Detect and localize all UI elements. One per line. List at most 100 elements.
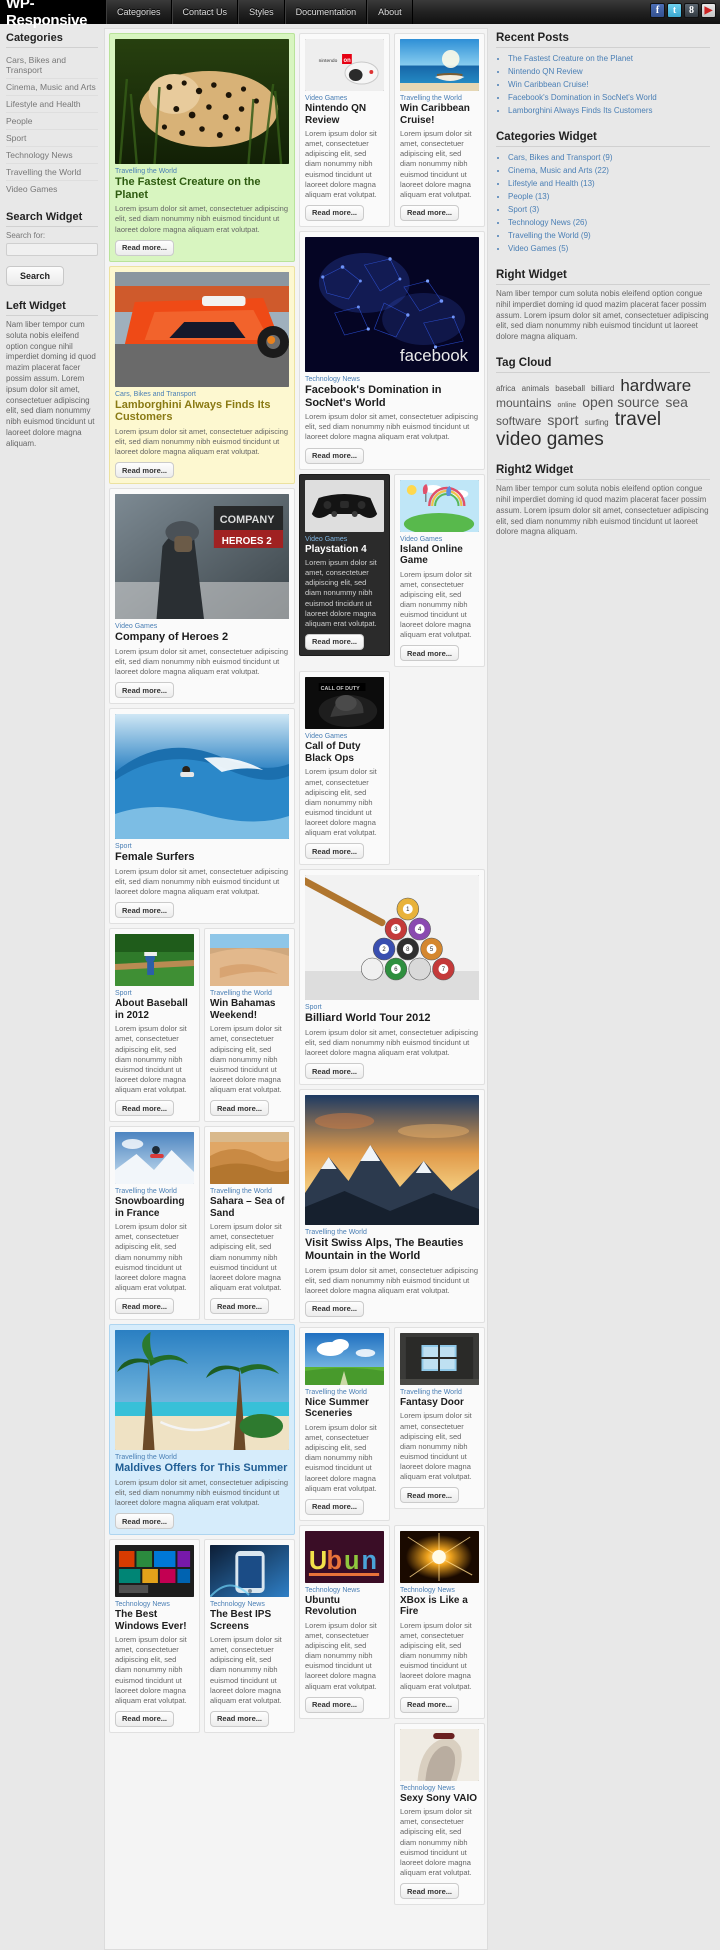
tag-online[interactable]: online (557, 402, 576, 409)
post-title-baseball[interactable]: About Baseball in 2012 (115, 998, 194, 1021)
category-cinema[interactable]: Cinema, Music and Arts (22) (508, 166, 609, 175)
read-more-button[interactable]: Read more... (115, 682, 175, 699)
post-category-female-surfers[interactable]: Sport (115, 843, 289, 850)
category-travelling[interactable]: Travelling the World (9) (508, 231, 591, 240)
post-card-cheetah[interactable]: Travelling the World The Fastest Creatur… (109, 33, 295, 262)
sidebar-item-technology[interactable]: Technology News (6, 150, 73, 160)
read-more-button[interactable]: Read more... (400, 1883, 460, 1900)
post-card-call-of-duty[interactable]: CALL OF DUTY Video Games Call of Duty Bl… (299, 671, 390, 866)
sidebar-item-video-games[interactable]: Video Games (6, 184, 57, 194)
post-thumbnail-female-surfers[interactable] (115, 714, 289, 840)
post-category-call-of-duty[interactable]: Video Games (305, 733, 384, 740)
post-category-bahamas[interactable]: Travelling the World (210, 990, 289, 997)
post-thumbnail-call-of-duty[interactable]: CALL OF DUTY (305, 677, 384, 730)
post-thumbnail-ubuntu[interactable]: U b u n (305, 1530, 384, 1583)
nav-item-documentation[interactable]: Documentation (284, 0, 368, 24)
post-category-maldives[interactable]: Travelling the World (115, 1454, 289, 1461)
read-more-button[interactable]: Read more... (305, 447, 365, 464)
post-thumbnail-facebook[interactable]: facebook (305, 236, 479, 372)
post-title-ips-screens[interactable]: The Best IPS Screens (210, 1609, 289, 1632)
sidebar-item-sport[interactable]: Sport (6, 133, 26, 143)
post-title-call-of-duty[interactable]: Call of Duty Black Ops (305, 741, 384, 764)
tag-baseball[interactable]: baseball (555, 384, 585, 393)
post-card-lamborghini[interactable]: Cars, Bikes and Transport Lamborghini Al… (109, 265, 295, 485)
post-card-baseball[interactable]: Sport About Baseball in 2012 Lorem ipsum… (109, 928, 200, 1123)
post-card-nintendo[interactable]: nintendo on Video Games Nintendo QN Revi… (299, 33, 390, 227)
category-cars[interactable]: Cars, Bikes and Transport (9) (508, 153, 612, 162)
category-video-games[interactable]: Video Games (5) (508, 244, 568, 253)
post-thumbnail-playstation[interactable] (305, 479, 384, 532)
read-more-button[interactable]: Read more... (115, 239, 175, 256)
read-more-button[interactable]: Read more... (305, 204, 365, 221)
post-category-nintendo[interactable]: Video Games (305, 95, 384, 102)
post-thumbnail-fantasy-door[interactable] (400, 1332, 479, 1385)
post-card-ubuntu[interactable]: U b u n Technology News Ubuntu Revolutio… (299, 1524, 390, 1719)
post-card-summer-sceneries[interactable]: Travelling the World Nice Summer Sceneri… (299, 1326, 390, 1521)
nav-item-contact-us[interactable]: Contact Us (171, 0, 239, 24)
category-technology[interactable]: Technology News (26) (508, 218, 587, 227)
post-category-windows[interactable]: Technology News (115, 1601, 194, 1608)
post-thumbnail-nintendo[interactable]: nintendo on (305, 39, 384, 91)
post-title-windows[interactable]: The Best Windows Ever! (115, 1609, 194, 1632)
post-thumbnail-company-of-heroes[interactable]: COMPANY HEROES 2 (115, 494, 289, 620)
sidebar-item-lifestyle[interactable]: Lifestyle and Health (6, 99, 81, 109)
post-title-sahara[interactable]: Sahara – Sea of Sand (210, 1196, 289, 1219)
post-title-billiard[interactable]: Billiard World Tour 2012 (305, 1012, 479, 1025)
post-category-lamborghini[interactable]: Cars, Bikes and Transport (115, 391, 289, 398)
post-category-sahara[interactable]: Travelling the World (210, 1188, 289, 1195)
recent-post-nintendo[interactable]: Nintendo QN Review (508, 67, 583, 76)
post-category-snowboarding[interactable]: Travelling the World (115, 1188, 194, 1195)
post-category-baseball[interactable]: Sport (115, 990, 194, 997)
tag-animals[interactable]: animals (522, 384, 550, 393)
read-more-button[interactable]: Read more... (115, 902, 175, 919)
post-title-female-surfers[interactable]: Female Surfers (115, 851, 289, 864)
twitter-icon[interactable]: t (667, 3, 682, 18)
recent-post-facebook[interactable]: Facebook's Domination in SocNet's World (508, 93, 657, 102)
read-more-button[interactable]: Read more... (305, 1300, 365, 1317)
post-title-maldives[interactable]: Maldives Offers for This Summer (115, 1462, 289, 1475)
post-category-facebook[interactable]: Technology News (305, 376, 479, 383)
post-thumbnail-billiard[interactable]: 134 285 67 (305, 875, 479, 1001)
post-thumbnail-summer-sceneries[interactable] (305, 1332, 384, 1385)
category-sport[interactable]: Sport (3) (508, 205, 539, 214)
tag-africa[interactable]: africa (496, 384, 516, 393)
post-card-snowboarding[interactable]: Travelling the World Snowboarding in Fra… (109, 1126, 200, 1321)
sidebar-item-cinema[interactable]: Cinema, Music and Arts (6, 82, 96, 92)
post-title-vaio[interactable]: Sexy Sony VAIO (400, 1793, 479, 1805)
post-category-vaio[interactable]: Technology News (400, 1785, 479, 1792)
post-card-bahamas[interactable]: Travelling the World Win Bahamas Weekend… (204, 928, 295, 1123)
post-card-maldives[interactable]: Travelling the World Maldives Offers for… (109, 1324, 295, 1536)
read-more-button[interactable]: Read more... (210, 1100, 270, 1117)
tag-surfing[interactable]: surfing (585, 418, 609, 427)
post-category-cheetah[interactable]: Travelling the World (115, 168, 289, 175)
post-title-playstation[interactable]: Playstation 4 (305, 544, 384, 556)
tag-open-source[interactable]: open source (582, 394, 659, 410)
post-card-island-game[interactable]: Video Games Island Online Game Lorem ips… (394, 473, 485, 668)
tag-billiard[interactable]: billiard (591, 384, 614, 393)
post-title-facebook[interactable]: Facebook's Domination in SocNet's World (305, 384, 479, 409)
post-category-island-game[interactable]: Video Games (400, 536, 479, 543)
post-card-xbox[interactable]: Technology News XBox is Like a Fire Lore… (394, 1524, 485, 1719)
post-card-fantasy-door[interactable]: Travelling the World Fantasy Door Lorem … (394, 1326, 485, 1510)
post-thumbnail-sahara[interactable] (210, 1132, 289, 1185)
post-card-facebook[interactable]: facebook Technology News Facebook's Domi… (299, 230, 485, 470)
post-category-summer-sceneries[interactable]: Travelling the World (305, 1389, 384, 1396)
post-title-company-of-heroes[interactable]: Company of Heroes 2 (115, 631, 289, 644)
read-more-button[interactable]: Read more... (400, 204, 460, 221)
post-card-company-of-heroes[interactable]: COMPANY HEROES 2 Video Games Company of … (109, 488, 295, 705)
read-more-button[interactable]: Read more... (115, 1710, 175, 1727)
read-more-button[interactable]: Read more... (400, 645, 460, 662)
post-card-billiard[interactable]: 134 285 67 Sport Billiard World Tour 201… (299, 869, 485, 1086)
post-title-snowboarding[interactable]: Snowboarding in France (115, 1196, 194, 1219)
category-lifestyle[interactable]: Lifestyle and Health (13) (508, 179, 595, 188)
read-more-button[interactable]: Read more... (400, 1487, 460, 1504)
youtube-icon[interactable]: ▶ (701, 3, 716, 18)
read-more-button[interactable]: Read more... (305, 843, 365, 860)
site-brand[interactable]: WP-Responsive (0, 0, 106, 29)
post-thumbnail-xbox[interactable] (400, 1530, 479, 1583)
read-more-button[interactable]: Read more... (210, 1710, 270, 1727)
search-button[interactable]: Search (6, 266, 65, 286)
post-title-fantasy-door[interactable]: Fantasy Door (400, 1397, 479, 1409)
post-thumbnail-ips-screens[interactable] (210, 1545, 289, 1598)
post-card-female-surfers[interactable]: Sport Female Surfers Lorem ipsum dolor s… (109, 708, 295, 925)
